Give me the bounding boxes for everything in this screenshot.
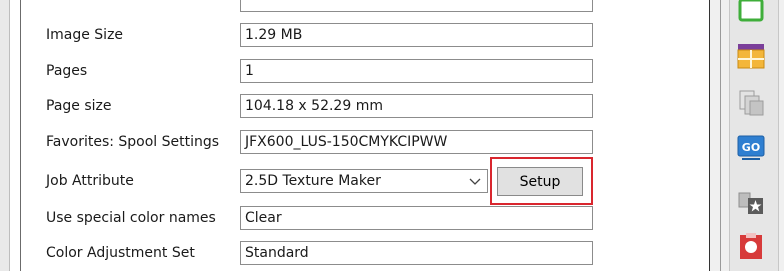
- page-size-field[interactable]: 104.18 x 52.29 mm: [240, 94, 593, 118]
- red-clip-button[interactable]: [734, 229, 768, 263]
- color-adjustment-set-field[interactable]: Standard: [240, 241, 593, 265]
- image-size-field[interactable]: 1.29 MB: [240, 23, 593, 47]
- page-size-label: Page size: [46, 98, 112, 114]
- chevron-down-icon: [469, 178, 481, 185]
- table-grid-icon: [737, 44, 765, 69]
- star-favorite-button[interactable]: [734, 186, 768, 220]
- job-attribute-label: Job Attribute: [46, 173, 134, 189]
- star-favorite-icon: [738, 192, 763, 214]
- use-special-color-names-label: Use special color names: [46, 210, 216, 226]
- favorites-spool-settings-label: Favorites: Spool Settings: [46, 134, 220, 150]
- image-size-label: Image Size: [46, 27, 124, 43]
- go-label: GO: [742, 141, 760, 154]
- green-frame-icon: [738, 0, 764, 22]
- right-toolbar: GO: [720, 0, 784, 271]
- setup-button[interactable]: Setup: [497, 167, 583, 196]
- copy-pages-button[interactable]: [734, 86, 768, 120]
- use-special-color-names-field[interactable]: Clear: [240, 206, 593, 230]
- pages-field[interactable]: 1: [240, 59, 593, 83]
- table-grid-button[interactable]: [734, 39, 768, 73]
- green-frame-button[interactable]: [734, 0, 768, 28]
- cut-off-field: [240, 0, 593, 12]
- job-attribute-value: 2.5D Texture Maker: [245, 173, 381, 189]
- copy-pages-icon: [739, 90, 764, 116]
- job-attribute-select[interactable]: 2.5D Texture Maker: [240, 169, 488, 193]
- window-left-frame: [0, 0, 10, 271]
- pages-label: Pages: [46, 63, 88, 79]
- go-button[interactable]: GO: [734, 131, 768, 165]
- color-adjustment-set-label: Color Adjustment Set: [46, 245, 195, 261]
- favorites-spool-settings-field[interactable]: JFX600_LUS-150CMYKCIPWW: [240, 130, 593, 154]
- panel-gap: [710, 0, 720, 271]
- go-button-icon: GO: [737, 135, 765, 160]
- red-clip-icon: [740, 233, 762, 259]
